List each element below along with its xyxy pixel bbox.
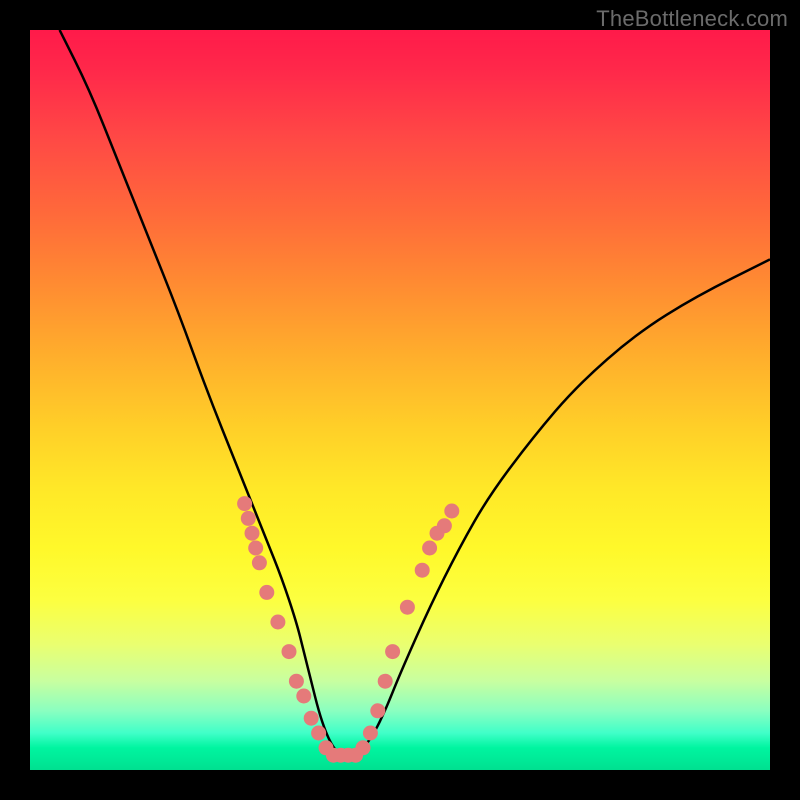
chart-svg bbox=[30, 30, 770, 770]
marker-dot bbox=[311, 726, 326, 741]
marker-dot bbox=[270, 615, 285, 630]
marker-dot bbox=[400, 600, 415, 615]
outer-frame: TheBottleneck.com bbox=[0, 0, 800, 800]
marker-dot bbox=[248, 541, 263, 556]
watermark-text: TheBottleneck.com bbox=[596, 6, 788, 32]
marker-dot bbox=[259, 585, 274, 600]
marker-dot bbox=[363, 726, 378, 741]
marker-dot bbox=[422, 541, 437, 556]
marker-dot bbox=[370, 703, 385, 718]
marker-dot bbox=[437, 518, 452, 533]
marker-dot bbox=[289, 674, 304, 689]
bottleneck-curve bbox=[60, 30, 770, 755]
marker-dot bbox=[378, 674, 393, 689]
marker-dot bbox=[252, 555, 267, 570]
marker-dot bbox=[296, 689, 311, 704]
marker-dot bbox=[304, 711, 319, 726]
marker-dot bbox=[237, 496, 252, 511]
marker-dot bbox=[241, 511, 256, 526]
marker-dot bbox=[245, 526, 260, 541]
marker-dots bbox=[237, 496, 459, 763]
marker-dot bbox=[356, 740, 371, 755]
marker-dot bbox=[385, 644, 400, 659]
marker-dot bbox=[282, 644, 297, 659]
marker-dot bbox=[415, 563, 430, 578]
marker-dot bbox=[444, 504, 459, 519]
plot-area bbox=[30, 30, 770, 770]
